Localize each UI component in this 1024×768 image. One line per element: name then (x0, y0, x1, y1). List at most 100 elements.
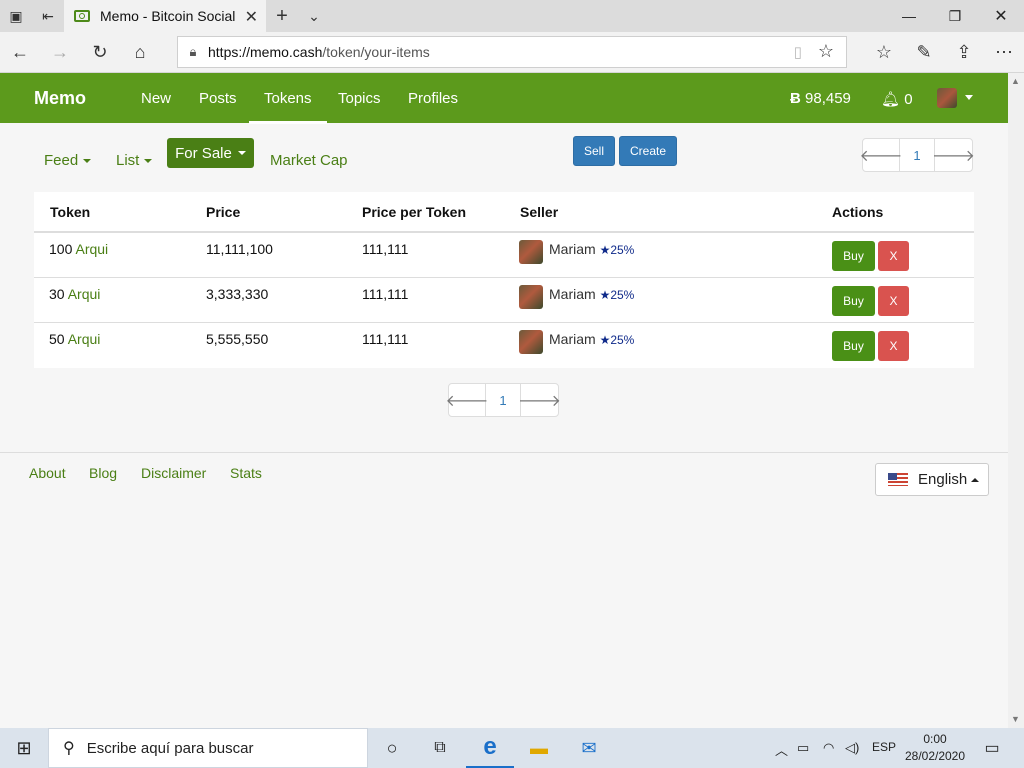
browser-tab[interactable]: Memo - Bitcoin Social N ✕ (64, 0, 266, 32)
nav-tokens[interactable]: Tokens (249, 90, 326, 124)
token-link[interactable]: Arqui (75, 241, 108, 257)
user-menu-caret-icon[interactable] (965, 95, 973, 100)
page-scrollbar[interactable]: ▲ ▼ (1008, 73, 1024, 728)
token-link[interactable]: Arqui (68, 331, 101, 347)
file-explorer-icon[interactable]: ▬ (516, 728, 562, 768)
close-window-icon[interactable]: ✕ (978, 0, 1024, 32)
nav-topics[interactable]: Topics (338, 90, 381, 107)
caret-down-icon (83, 159, 92, 164)
cancel-button[interactable]: X (878, 331, 909, 361)
set-aside-tabs-icon[interactable]: ⇤ (32, 0, 64, 32)
seller-avatar[interactable] (519, 330, 543, 354)
buy-button[interactable]: Buy (832, 331, 875, 361)
tab-bar: ▣ ⇤ Memo - Bitcoin Social N ✕ + ⌄ — ❐ ✕ (0, 0, 1024, 32)
mail-icon[interactable]: ✉ (566, 728, 612, 768)
caret-down-icon (237, 151, 246, 155)
col-actions: Actions (832, 204, 884, 220)
notification-count: 0 (904, 91, 913, 108)
seller-cell[interactable]: Mariam ★25% (549, 331, 634, 347)
cancel-button[interactable]: X (878, 241, 909, 271)
url-field[interactable]: 🔒︎ https://memo.cash/token/your-items ▯ … (177, 36, 847, 68)
col-seller: Seller (520, 204, 559, 220)
forward-icon[interactable]: → (40, 32, 80, 72)
favorites-list-icon[interactable]: ☆ (864, 32, 904, 72)
reading-view-icon[interactable]: ▯ (794, 43, 802, 61)
action-center-icon[interactable]: ▭ (978, 728, 1006, 768)
url-path: /token/your-items (322, 44, 430, 60)
next-page-icon[interactable]: 🡒 (518, 384, 561, 416)
balance[interactable]: Ƀ 98,459 (790, 90, 851, 107)
create-button[interactable]: Create (619, 136, 677, 166)
more-menu-icon[interactable]: ⋯ (984, 32, 1024, 72)
new-tab-icon[interactable]: + (266, 0, 298, 32)
buy-button[interactable]: Buy (832, 286, 875, 316)
clock-date: 28/02/2020 (904, 749, 966, 763)
tab-list-chevron-icon[interactable]: ⌄ (298, 0, 330, 32)
notifications[interactable]: 🔔︎ 0 (881, 90, 913, 108)
page-number[interactable]: 1 (900, 139, 935, 171)
nav-profiles[interactable]: Profiles (408, 90, 458, 107)
cancel-button[interactable]: X (878, 286, 909, 316)
price-cell: 3,333,330 (206, 286, 269, 302)
bitcoin-icon: Ƀ (790, 90, 801, 107)
language-selector[interactable]: English (875, 463, 989, 496)
feed-dropdown[interactable]: Feed (44, 152, 92, 169)
task-view-icon[interactable]: ⧉ (418, 728, 462, 768)
edge-icon[interactable]: e (466, 728, 514, 768)
list-dropdown[interactable]: List (116, 152, 153, 169)
seller-avatar[interactable] (519, 240, 543, 264)
table-header: Token Price Price per Token Seller Actio… (34, 192, 974, 233)
reputation-star-icon: ★ (599, 333, 611, 347)
nav-posts[interactable]: Posts (199, 90, 237, 107)
ppt-cell: 111,111 (362, 331, 409, 347)
caret-up-icon (971, 477, 980, 482)
for-sale-dropdown[interactable]: For Sale (167, 138, 254, 168)
col-price: Price (206, 204, 241, 220)
favorite-star-icon[interactable]: ☆ (818, 41, 834, 62)
next-page-icon[interactable]: 🡒 (932, 139, 975, 171)
clock-time: 0:00 (923, 732, 947, 746)
notes-pen-icon[interactable]: ✎ (904, 32, 944, 72)
nav-new[interactable]: New (141, 90, 171, 107)
us-flag-icon (888, 473, 908, 486)
footer-about[interactable]: About (29, 465, 66, 481)
sell-button[interactable]: Sell (573, 136, 615, 166)
wifi-icon[interactable]: ◠ (823, 740, 834, 756)
prev-page-icon[interactable]: 🡐 (860, 139, 902, 171)
close-tab-icon[interactable]: ✕ (245, 7, 258, 27)
home-icon[interactable]: ⌂ (120, 32, 160, 72)
ppt-cell: 111,111 (362, 286, 409, 302)
share-icon[interactable]: ⇪ (944, 32, 984, 72)
tray-chevron-icon[interactable]: ︿ (775, 740, 788, 759)
battery-icon[interactable]: ▭ (797, 740, 809, 756)
input-language[interactable]: ESP (872, 740, 896, 754)
table-row: 100 Arqui 11,111,100 111,111 Mariam ★25%… (34, 233, 974, 278)
footer-blog[interactable]: Blog (89, 465, 117, 481)
taskbar-search[interactable]: ⚲ Escribe aquí para buscar (48, 728, 368, 768)
brand-logo[interactable]: Memo (34, 88, 86, 109)
token-link[interactable]: Arqui (68, 286, 101, 302)
page-number[interactable]: 1 (486, 384, 521, 416)
market-cap-link[interactable]: Market Cap (270, 152, 348, 169)
tab-actions-icon[interactable]: ▣ (0, 0, 32, 32)
reputation-value: 25% (610, 288, 635, 302)
prev-page-icon[interactable]: 🡐 (446, 384, 488, 416)
footer-stats[interactable]: Stats (230, 465, 262, 481)
clock[interactable]: 0:00 28/02/2020 (903, 731, 967, 765)
refresh-icon[interactable]: ↻ (80, 32, 120, 72)
buy-button[interactable]: Buy (832, 241, 875, 271)
windows-start-icon[interactable]: ⊞ (0, 728, 48, 768)
seller-cell[interactable]: Mariam ★25% (549, 286, 634, 302)
volume-icon[interactable]: ◁) (845, 740, 859, 756)
footer-disclaimer[interactable]: Disclaimer (141, 465, 206, 481)
back-icon[interactable]: ← (0, 32, 40, 72)
seller-avatar[interactable] (519, 285, 543, 309)
reputation-value: 25% (610, 243, 635, 257)
restore-icon[interactable]: ❐ (932, 0, 978, 32)
minimize-icon[interactable]: — (886, 0, 932, 32)
user-avatar[interactable] (937, 88, 957, 108)
col-price-per-token: Price per Token (362, 204, 467, 220)
col-token: Token (50, 204, 91, 220)
cortana-icon[interactable]: ○ (370, 728, 414, 768)
seller-cell[interactable]: Mariam ★25% (549, 241, 634, 257)
